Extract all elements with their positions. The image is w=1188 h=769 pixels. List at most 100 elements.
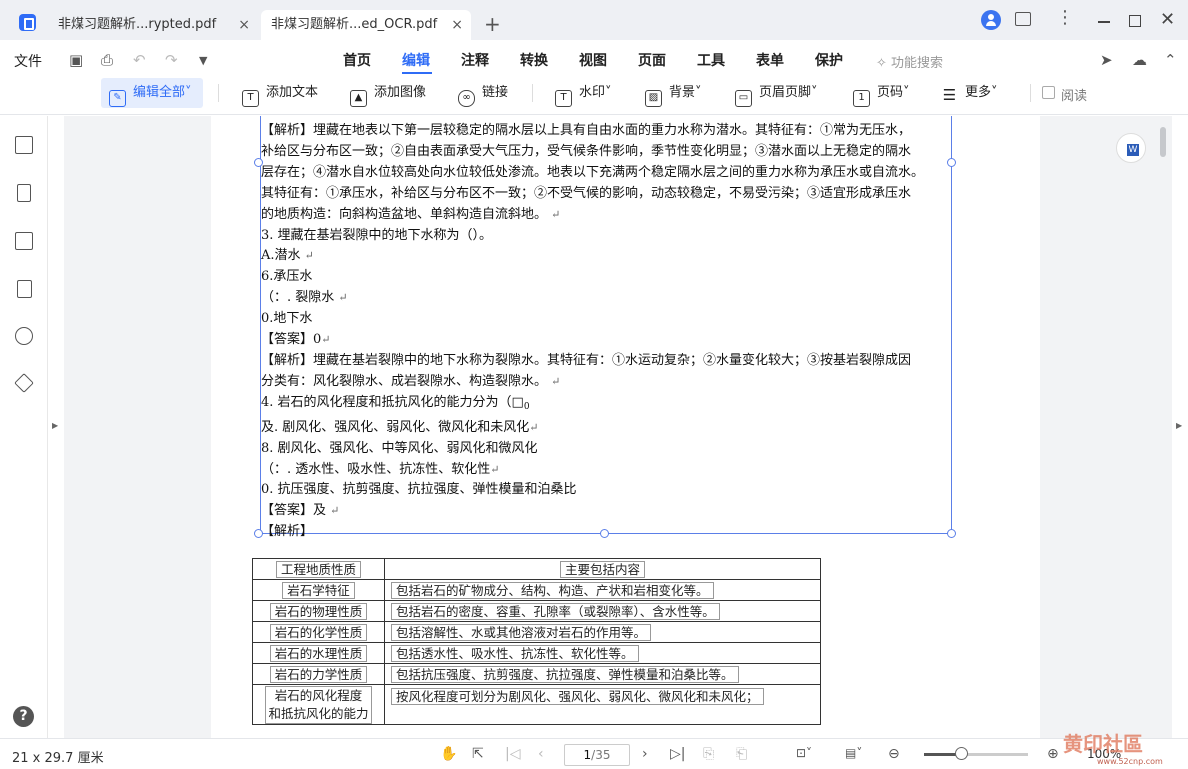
maximize-icon[interactable] — [1129, 15, 1141, 27]
zoom-out-icon[interactable]: ⊖ — [888, 746, 900, 762]
menu-protect[interactable]: 保护 — [815, 50, 843, 70]
convert-to-word-icon[interactable] — [1116, 133, 1146, 163]
link-button[interactable]: ∞ 链接 — [458, 78, 508, 108]
vertical-scrollbar[interactable] — [1160, 127, 1166, 157]
last-page-icon[interactable]: ▷| — [670, 746, 685, 762]
fit-page-icon[interactable]: ⊡˅ — [796, 746, 812, 760]
table-cell[interactable]: 岩石的物理性质 — [252, 600, 385, 622]
thumbnails-icon[interactable] — [15, 136, 33, 154]
text-line[interactable]: 的地质构造：向斜构造盆地、单斜构造自流斜地。 ↵ — [261, 205, 951, 226]
menu-tools[interactable]: 工具 — [697, 50, 725, 70]
text-line[interactable]: 层存在；④潜水自水位较高处向水位较低处渗流。地表以下充满两个稳定隔水层之间的重力… — [261, 163, 951, 184]
message-icon[interactable] — [1015, 12, 1031, 26]
table-cell[interactable]: 岩石的水理性质 — [252, 642, 385, 664]
undo-icon[interactable]: ↶ — [133, 51, 146, 69]
menu-view[interactable]: 视图 — [579, 50, 607, 70]
minimize-icon[interactable] — [1098, 21, 1110, 23]
text-line[interactable]: 分类有：风化裂隙水、成岩裂隙水、构造裂隙水。 ↵ — [261, 372, 951, 393]
menu-page[interactable]: 页面 — [638, 50, 666, 70]
text-line[interactable]: 3. 埋藏在基岩裂隙中的地下水称为（）。 — [261, 226, 951, 247]
menu-convert[interactable]: 转换 — [520, 50, 548, 70]
edit-all-button[interactable]: ✎ 编辑全部˅ — [101, 78, 203, 108]
table-header-cell[interactable]: 工程地质性质 — [252, 558, 385, 580]
expand-left-panel-icon[interactable]: ▶ — [52, 421, 58, 430]
close-window-icon[interactable]: ✕ — [1160, 10, 1175, 30]
menu-edit[interactable]: 编辑 — [402, 50, 430, 70]
table-cell[interactable]: 包括抗压强度、抗剪强度、抗拉强度、弹性模量和泊桑比等。 — [384, 663, 821, 685]
zoom-slider-handle[interactable] — [955, 747, 969, 760]
save-icon[interactable]: ▣ — [69, 51, 83, 69]
table-cell[interactable]: 岩石学特征 — [252, 579, 385, 601]
text-line[interactable]: 补给区与分布区一致；②自由表面承受大气压力，受气候条件影响，季节性变化明显；③潜… — [261, 142, 951, 163]
text-line[interactable]: 0. 抗压强度、抗剪强度、抗拉强度、弹性模量和泊桑比 — [261, 480, 951, 501]
table-cell[interactable]: 按风化程度可划分为剧风化、强风化、弱风化、微风化和未风化； — [384, 684, 821, 725]
add-text-button[interactable]: T 添加文本 — [242, 78, 318, 108]
resize-handle[interactable] — [600, 529, 609, 538]
menu-annotate[interactable]: 注释 — [461, 50, 489, 70]
share-icon[interactable]: ➤ — [1100, 51, 1113, 69]
text-line[interactable]: 其特征有：①承压水，补给区与分布区不一致；②不受气候的影响，动态较稳定，不易受污… — [261, 184, 951, 205]
table-header-cell[interactable]: 主要包括内容 — [384, 558, 821, 580]
table-cell[interactable]: 包括岩石的矿物成分、结构、构造、产状和岩相变化等。 — [384, 579, 821, 601]
table-cell[interactable]: 岩石的风化程度 和抵抗风化的能力 — [252, 684, 385, 725]
text-line[interactable]: 【答案】0↵ — [261, 330, 951, 351]
menu-home[interactable]: 首页 — [343, 50, 371, 70]
more-button[interactable]: ☰ 更多˅ — [941, 78, 998, 108]
previous-page-icon[interactable]: ‹ — [538, 746, 544, 762]
text-line[interactable]: 及. 剧风化、强风化、弱风化、微风化和未风化↵ — [261, 418, 951, 439]
select-tool-icon[interactable]: ⇱ — [472, 746, 484, 762]
table-cell[interactable]: 包括岩石的密度、容重、孔隙率（或裂隙率）、含水性等。 — [384, 600, 821, 622]
document-viewport[interactable]: 【解析】埋藏在地表以下第一层较稳定的隔水层以上具有自由水面的重力水称为潜水。其特… — [64, 116, 1172, 738]
tab-document-1[interactable]: 非煤习题解析...rypted.pdf × — [48, 10, 258, 40]
text-line[interactable]: 6.承压水 — [261, 267, 951, 288]
zoom-in-icon[interactable]: ⊕ — [1047, 746, 1059, 762]
table-cell[interactable]: 包括透水性、吸水性、抗冻性、软化性等。 — [384, 642, 821, 664]
help-icon[interactable]: ? — [13, 706, 34, 727]
print-icon[interactable]: ⎙ — [101, 51, 113, 69]
background-button[interactable]: ▨ 背景˅ — [645, 78, 702, 108]
zoom-slider[interactable] — [924, 753, 1028, 756]
text-line[interactable]: A.潜水 ↵ — [261, 246, 951, 267]
header-footer-button[interactable]: ▭ 页眉页脚˅ — [735, 78, 818, 108]
resize-handle[interactable] — [947, 158, 956, 167]
read-mode-checkbox[interactable] — [1042, 86, 1055, 99]
hand-tool-icon[interactable]: ✋ — [440, 746, 457, 762]
table-cell[interactable]: 包括溶解性、水或其他溶液对岩石的作用等。 — [384, 621, 821, 643]
text-line[interactable]: 【解析】埋藏在基岩裂隙中的地下水称为裂隙水。其特征有：①水运动复杂；②水量变化较… — [261, 351, 951, 372]
text-line[interactable]: （：. 裂隙水 ↵ — [261, 288, 951, 309]
attachment-icon[interactable] — [17, 280, 32, 298]
file-menu[interactable]: 文件 — [14, 51, 42, 71]
tab-close-icon[interactable]: × — [238, 10, 250, 40]
page-number-button[interactable]: 1 页码˅ — [853, 78, 910, 108]
search-icon[interactable] — [15, 327, 33, 345]
add-image-button[interactable]: ▲ 添加图像 — [350, 78, 426, 108]
user-account-icon[interactable] — [981, 10, 1001, 30]
redo-icon[interactable]: ↷ — [165, 51, 178, 69]
bookmark-icon[interactable] — [17, 184, 31, 202]
resize-handle[interactable] — [254, 529, 263, 538]
new-tab-button[interactable]: + — [484, 12, 501, 36]
expand-right-panel-icon[interactable]: ▶ — [1176, 421, 1182, 430]
text-line[interactable]: 4. 岩石的风化程度和抵抗风化的能力分为（□0 — [261, 393, 951, 418]
rotate-right-icon[interactable]: ⎗ — [736, 746, 747, 762]
text-line[interactable]: 8. 剧风化、强风化、中等风化、弱风化和微风化 — [261, 439, 951, 460]
more-options-icon[interactable]: ⋮ — [1056, 8, 1074, 28]
collapse-ribbon-icon[interactable]: ⌃ — [1164, 51, 1177, 69]
page-number-input[interactable]: 1/35 — [564, 744, 630, 766]
comment-icon[interactable] — [15, 232, 33, 250]
editable-text-block[interactable]: 【解析】埋藏在地表以下第一层较稳定的隔水层以上具有自由水面的重力水称为潜水。其特… — [260, 116, 952, 539]
layers-icon[interactable] — [14, 373, 34, 393]
menu-form[interactable]: 表单 — [756, 50, 784, 70]
table-cell[interactable]: 岩石的力学性质 — [252, 663, 385, 685]
text-line[interactable]: 0.地下水 — [261, 309, 951, 330]
text-line[interactable]: （：. 透水性、吸水性、抗冻性、软化性↵ — [261, 460, 951, 481]
resize-handle[interactable] — [947, 529, 956, 538]
first-page-icon[interactable]: |◁ — [505, 746, 520, 762]
tab-document-2[interactable]: 非煤习题解析...ed_OCR.pdf * × — [261, 10, 471, 40]
watermark-button[interactable]: T 水印˅ — [555, 78, 612, 108]
page-layout-icon[interactable]: ▤˅ — [845, 746, 862, 760]
tab-close-icon[interactable]: × — [451, 10, 463, 40]
cloud-upload-icon[interactable]: ☁ — [1132, 51, 1147, 69]
quick-access-dropdown-icon[interactable]: ▼ — [199, 54, 207, 67]
feature-search[interactable]: ✧ 功能搜索 — [876, 52, 943, 71]
